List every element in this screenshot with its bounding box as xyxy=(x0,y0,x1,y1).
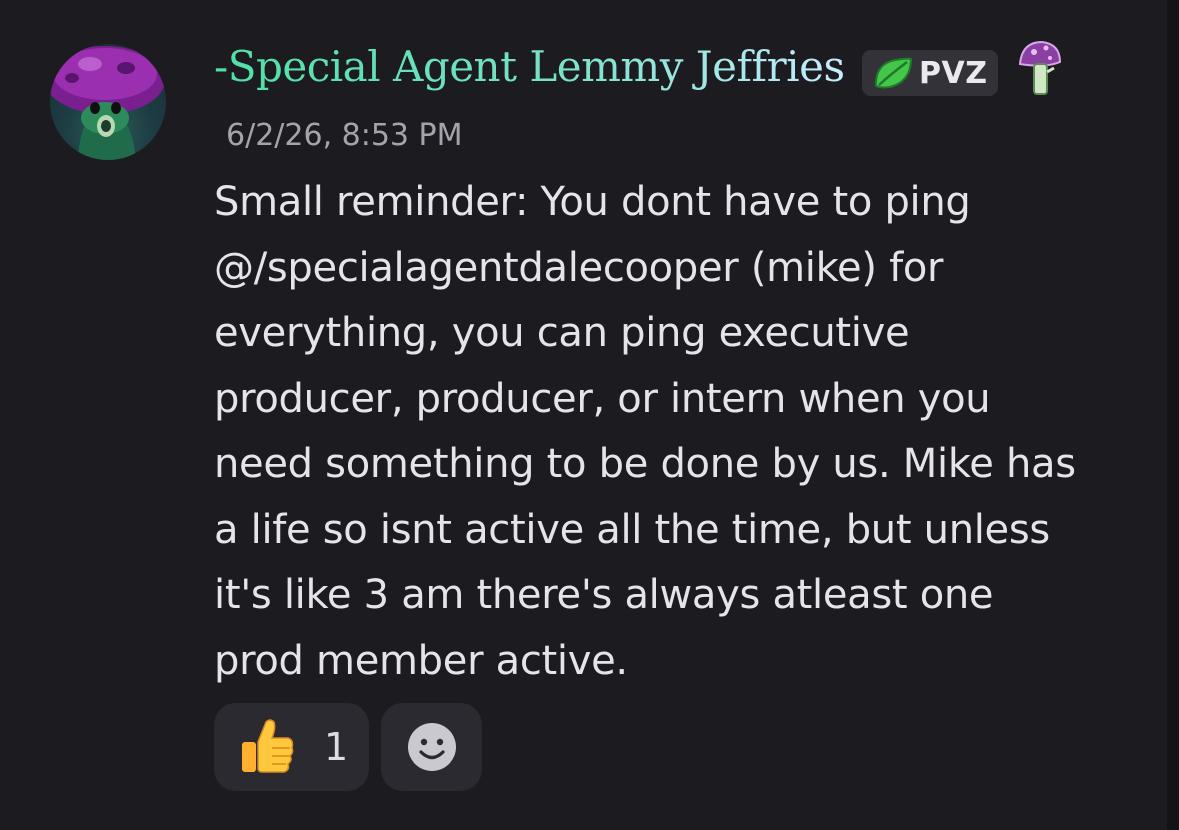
message-timestamp: 6/2/26, 8:53 PM xyxy=(226,118,463,153)
tag-label: PVZ xyxy=(919,55,988,91)
message-line: prod member active. xyxy=(214,637,628,684)
add-reaction-button[interactable] xyxy=(381,703,482,791)
reaction-thumbs-up-button[interactable]: 1 xyxy=(214,703,369,791)
message-line: a life so isnt active all the time, but … xyxy=(214,506,1050,553)
mushroom-character-avatar-icon xyxy=(50,46,165,160)
message-view: -Special Agent Lemmy Jeffries PVZ 6/2/26… xyxy=(0,0,1179,830)
thumbs-up-icon xyxy=(242,719,294,773)
message-line: it's like 3 am there's always atleast on… xyxy=(214,572,994,618)
scrollbar-track[interactable] xyxy=(1167,0,1179,830)
message-line: need something to be done by us. Mike ha… xyxy=(214,441,1076,487)
server-tag[interactable]: PVZ xyxy=(862,50,998,96)
smiley-face-icon xyxy=(407,723,456,771)
message-content: Small reminder: You dont have to ping @/… xyxy=(214,170,1114,694)
leaf-icon xyxy=(874,57,913,89)
avatar[interactable] xyxy=(50,44,166,160)
purple-mushroom-icon xyxy=(1016,38,1064,100)
message-line: everything, you can ping executive xyxy=(214,310,910,356)
reaction-count: 1 xyxy=(324,725,349,769)
message-line: producer, producer, or intern when you xyxy=(214,375,991,422)
message-line: Small reminder: You dont have to ping xyxy=(214,179,971,225)
author-name[interactable]: -Special Agent Lemmy Jeffries xyxy=(214,42,845,91)
message-line: @/specialagentdalecooper (mike) for xyxy=(214,244,944,291)
